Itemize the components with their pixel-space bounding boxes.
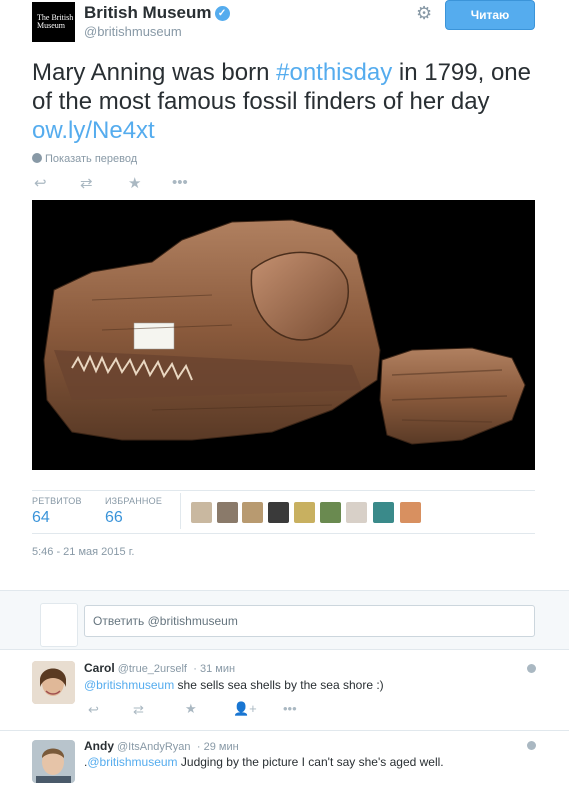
reply-text: .@britishmuseum Judging by the picture I…: [84, 755, 444, 769]
mention-link[interactable]: @britishmuseum: [84, 678, 174, 692]
favoriter-avatar[interactable]: [294, 502, 315, 523]
reply-author-handle[interactable]: @true_2urself: [118, 663, 187, 675]
verified-icon: ✓: [214, 6, 230, 21]
favoriter-avatar[interactable]: [242, 502, 263, 523]
account-name-text[interactable]: British Museum: [84, 3, 212, 22]
gear-icon[interactable]: ⚙: [416, 4, 434, 22]
reply-author-handle[interactable]: @ItsAndyRyan: [117, 741, 191, 753]
reply-text-body: Judging by the picture I can't say she's…: [177, 755, 444, 769]
retweet-icon[interactable]: ⇄: [133, 702, 144, 718]
british-museum-avatar[interactable]: The British Museum: [32, 2, 75, 42]
carol-avatar[interactable]: [32, 661, 75, 704]
retweets-label: РЕТВИТОВ: [32, 496, 82, 506]
reply-menu-icon[interactable]: [527, 664, 536, 673]
follow-user-icon[interactable]: 👤+: [233, 701, 257, 717]
reply-author-name[interactable]: Andy: [84, 739, 114, 753]
hashtag-link[interactable]: #onthisday: [276, 59, 392, 86]
reply-input[interactable]: Ответить @britishmuseum: [84, 605, 535, 637]
favorite-icon[interactable]: ★: [128, 174, 141, 192]
favoriter-avatar[interactable]: [400, 502, 421, 523]
reply-tweet[interactable]: Carol @true_2urself · 31 мин @britishmuse…: [0, 651, 569, 731]
url-link[interactable]: ow.ly/Ne4xt: [32, 117, 155, 144]
reply-menu-icon[interactable]: [527, 741, 536, 750]
reply-tweet[interactable]: Andy @ItsAndyRyan · 29 мин .@britishmuseu…: [0, 732, 569, 785]
reply-author[interactable]: Andy @ItsAndyRyan · 29 мин: [84, 739, 239, 753]
stats-divider: [180, 493, 181, 529]
retweets-count[interactable]: 64: [32, 509, 50, 527]
reply-time[interactable]: · 29 мин: [197, 741, 239, 753]
mention-link[interactable]: @britishmuseum: [87, 755, 177, 769]
more-icon[interactable]: •••: [283, 701, 297, 716]
favorites-count[interactable]: 66: [105, 509, 123, 527]
account-name[interactable]: British Museum ✓: [84, 3, 230, 23]
tweet-text: Mary Anning was born #onthisday in 1799,…: [32, 58, 542, 145]
favoriter-avatar[interactable]: [268, 502, 289, 523]
avatar-image: [32, 740, 75, 783]
tweet-card: The British Museum British Museum ✓ @brit…: [0, 0, 569, 590]
favorite-icon[interactable]: ★: [185, 701, 197, 717]
translate-link[interactable]: Показать перевод: [32, 153, 137, 165]
favoriter-avatar[interactable]: [320, 502, 341, 523]
translate-label[interactable]: Показать перевод: [45, 153, 137, 165]
reply-text: @britishmuseum she sells sea shells by t…: [84, 678, 384, 692]
reply-author[interactable]: Carol @true_2urself · 31 мин: [84, 661, 235, 675]
andy-avatar[interactable]: [32, 740, 75, 783]
globe-icon: [32, 153, 42, 163]
tweet-timestamp: 5:46 - 21 мая 2015 г.: [32, 546, 135, 558]
favoriter-avatar[interactable]: [217, 502, 238, 523]
fossil-photo[interactable]: [32, 200, 535, 470]
tweet-text-part: Mary Anning was born: [32, 59, 277, 86]
stats-bottom-divider: [32, 533, 535, 534]
reply-icon[interactable]: ↩: [88, 702, 99, 718]
fossil-skull-image: [43, 219, 526, 445]
stats-top-divider: [32, 490, 535, 491]
reply-author-name[interactable]: Carol: [84, 661, 115, 675]
reply-time[interactable]: · 31 мин: [193, 663, 235, 675]
more-icon[interactable]: •••: [172, 174, 188, 191]
avatar-image: [32, 661, 75, 704]
reply-icon[interactable]: ↩: [34, 174, 47, 192]
account-handle[interactable]: @britishmuseum: [84, 24, 182, 39]
favorites-label: ИЗБРАННОЕ: [105, 496, 163, 506]
favoriter-avatar[interactable]: [191, 502, 212, 523]
favoriter-avatar[interactable]: [346, 502, 367, 523]
retweet-icon[interactable]: ⇄: [80, 174, 93, 192]
favoriter-avatar[interactable]: [373, 502, 394, 523]
following-button[interactable]: Читаю: [445, 0, 535, 30]
my-avatar: [40, 603, 78, 647]
reply-text-body: she sells sea shells by the sea shore :): [174, 678, 384, 692]
